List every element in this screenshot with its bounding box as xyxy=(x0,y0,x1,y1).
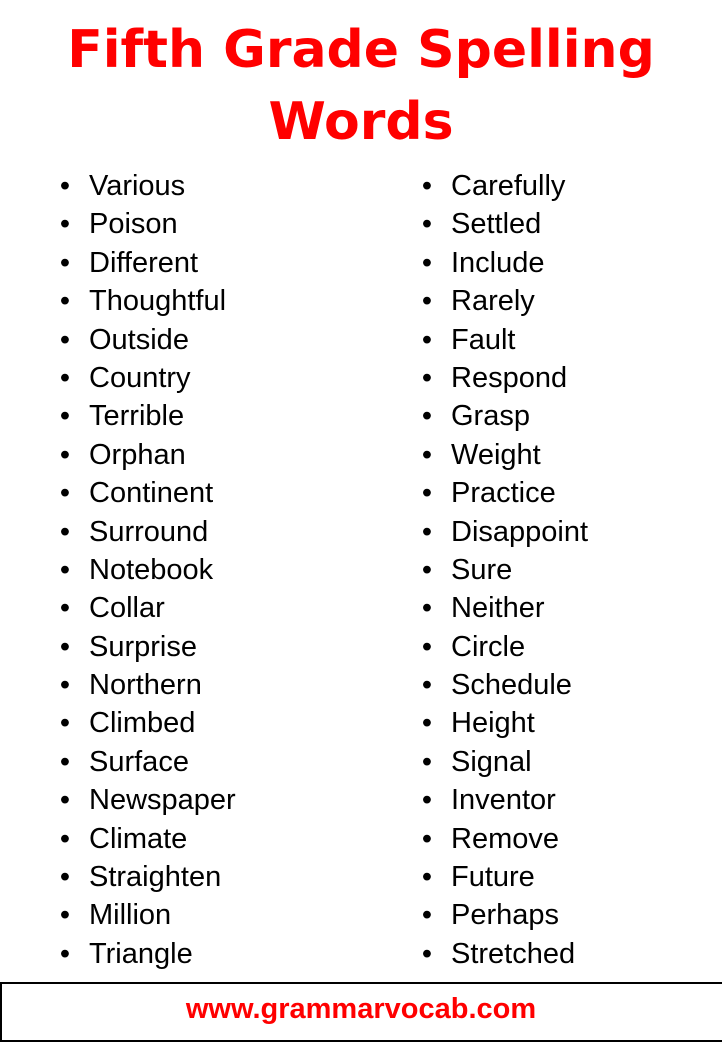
spelling-word: Straighten xyxy=(89,861,222,894)
page-title: Fifth Grade Spelling Words xyxy=(0,14,722,158)
bullet-icon: • xyxy=(59,745,71,778)
bullet-icon: • xyxy=(59,438,71,471)
bullet-icon: • xyxy=(59,361,71,394)
spelling-word: Inventor xyxy=(451,784,556,817)
bullet-icon: • xyxy=(421,937,433,970)
spelling-word: Surface xyxy=(89,745,189,778)
website-link[interactable]: www.grammarvocab.com xyxy=(0,991,722,1027)
bullet-icon: • xyxy=(59,707,71,740)
spelling-word: Collar xyxy=(89,592,165,625)
spelling-word: Poison xyxy=(89,208,178,241)
bullet-icon: • xyxy=(421,861,433,894)
bullet-icon: • xyxy=(421,899,433,932)
spelling-word: Include xyxy=(451,246,545,279)
spelling-word: Remove xyxy=(451,822,559,855)
bullet-icon: • xyxy=(59,170,71,202)
spelling-word: Perhaps xyxy=(451,899,560,932)
spelling-word: Million xyxy=(89,899,172,932)
spelling-word: Sure xyxy=(451,553,513,586)
spelling-word: Schedule xyxy=(451,669,572,702)
spelling-word: Signal xyxy=(451,745,532,778)
spelling-word: Practice xyxy=(451,477,556,510)
spelling-word: Notebook xyxy=(89,553,214,586)
bullet-icon: • xyxy=(59,553,71,586)
bullet-icon: • xyxy=(59,630,71,663)
bullet-icon: • xyxy=(421,208,433,241)
spelling-word: Different xyxy=(89,246,199,279)
spelling-word: Height xyxy=(451,707,535,740)
spelling-word: Climbed xyxy=(89,707,196,740)
spelling-word: Surround xyxy=(89,515,209,548)
spelling-word: Outside xyxy=(89,323,189,356)
bullet-icon: • xyxy=(59,477,71,510)
bullet-icon: • xyxy=(59,208,71,241)
bullet-icon: • xyxy=(59,822,71,855)
spelling-word: Circle xyxy=(451,630,526,663)
bullet-icon: • xyxy=(421,784,433,817)
spelling-word: Weight xyxy=(451,438,541,471)
bullet-icon: • xyxy=(59,861,71,894)
spelling-word: Fault xyxy=(451,323,516,356)
bullet-icon: • xyxy=(421,515,433,548)
bullet-icon: • xyxy=(421,170,433,202)
spelling-word: Stretched xyxy=(451,937,576,970)
title-line-1: Fifth Grade Spelling xyxy=(67,20,655,80)
bullet-icon: • xyxy=(421,822,433,855)
spelling-word: Thoughtful xyxy=(89,285,227,318)
bullet-icon: • xyxy=(421,438,433,471)
spelling-word: Triangle xyxy=(89,937,193,970)
bullet-icon: • xyxy=(59,899,71,932)
bullet-icon: • xyxy=(421,745,433,778)
bullet-icon: • xyxy=(59,592,71,625)
spelling-word: Neither xyxy=(451,592,545,625)
bullet-icon: • xyxy=(59,323,71,356)
bullet-icon: • xyxy=(59,784,71,817)
bullet-icon: • xyxy=(59,937,71,970)
spelling-word: Respond xyxy=(451,361,568,394)
spelling-word: Continent xyxy=(89,477,214,510)
bullet-icon: • xyxy=(421,285,433,318)
spelling-word: Future xyxy=(451,861,535,894)
bullet-icon: • xyxy=(421,669,433,702)
spelling-word: Climate xyxy=(89,822,188,855)
bullet-icon: • xyxy=(59,246,71,279)
bullet-icon: • xyxy=(421,630,433,663)
spelling-word: Grasp xyxy=(451,400,530,433)
bullet-icon: • xyxy=(59,400,71,433)
spelling-word: Country xyxy=(89,361,191,394)
spelling-word: Rarely xyxy=(451,285,535,318)
bullet-icon: • xyxy=(421,553,433,586)
spelling-word: Surprise xyxy=(89,630,197,663)
spelling-word: Carefully xyxy=(451,170,566,202)
spelling-word: Settled xyxy=(451,208,542,241)
spelling-word: Terrible xyxy=(89,400,185,433)
spelling-word: Disappoint xyxy=(451,515,589,548)
spelling-word: Newspaper xyxy=(89,784,236,817)
bullet-icon: • xyxy=(421,246,433,279)
bullet-icon: • xyxy=(421,592,433,625)
bullet-icon: • xyxy=(421,400,433,433)
bullet-icon: • xyxy=(421,707,433,740)
spelling-word: Northern xyxy=(89,669,202,702)
spelling-word: Orphan xyxy=(89,438,186,471)
bullet-icon: • xyxy=(421,361,433,394)
bullet-icon: • xyxy=(421,323,433,356)
bullet-icon: • xyxy=(421,477,433,510)
bullet-icon: • xyxy=(59,669,71,702)
bullet-icon: • xyxy=(59,285,71,318)
spelling-word: Various xyxy=(89,170,186,202)
bullet-icon: • xyxy=(59,515,71,548)
title-line-2: Words xyxy=(268,92,454,152)
